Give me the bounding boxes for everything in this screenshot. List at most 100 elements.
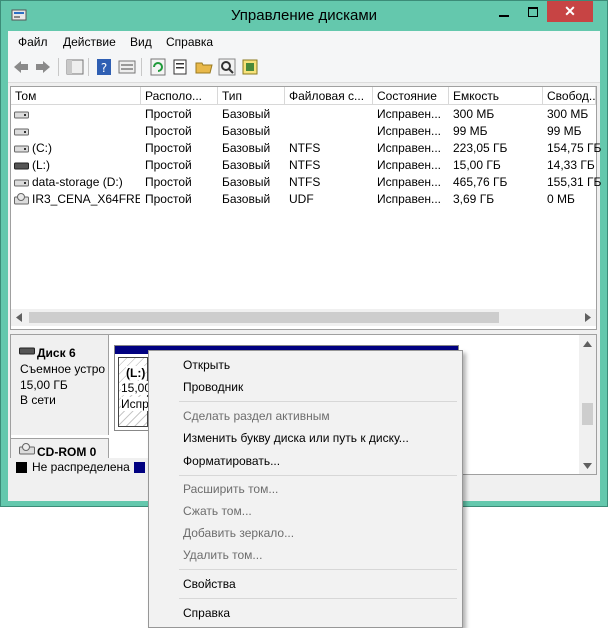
minimize-icon bbox=[499, 14, 509, 17]
horizontal-scrollbar[interactable] bbox=[11, 309, 596, 326]
search-icon[interactable] bbox=[218, 58, 236, 76]
minimize-button[interactable] bbox=[489, 1, 519, 22]
toolbar-separator bbox=[88, 58, 89, 76]
vertical-scrollbar[interactable] bbox=[579, 335, 596, 474]
menu-item-shrink-volume[interactable]: Сжать том... bbox=[183, 504, 252, 518]
cell-filesystem: NTFS bbox=[289, 158, 321, 172]
table-row[interactable]: Простой Базовый Исправен... 99 МБ 99 МБ bbox=[11, 123, 596, 140]
scroll-right-icon[interactable] bbox=[584, 313, 592, 322]
open-folder-icon[interactable] bbox=[195, 58, 213, 76]
maximize-icon bbox=[528, 6, 538, 17]
cd-drive-icon bbox=[19, 443, 35, 455]
properties-icon[interactable] bbox=[172, 58, 190, 76]
disk-6-label[interactable]: Диск 6 Съемное устро 15,00 ГБ В сети bbox=[11, 335, 109, 435]
cell-capacity: 99 МБ bbox=[453, 124, 488, 138]
column-header-volume[interactable]: Том bbox=[11, 87, 141, 105]
menu-separator bbox=[179, 569, 457, 570]
legend-unallocated-label: Не распределена bbox=[32, 460, 130, 474]
table-row[interactable]: data-storage (D:) Простой Базовый NTFS И… bbox=[11, 174, 601, 191]
menu-item-change-drive-letter[interactable]: Изменить букву диска или путь к диску... bbox=[183, 431, 409, 445]
cell-free: 14,33 ГБ bbox=[547, 158, 595, 172]
table-row[interactable]: (L:) Простой Базовый NTFS Исправен... 15… bbox=[11, 157, 596, 174]
menu-item-extend-volume[interactable]: Расширить том... bbox=[183, 482, 278, 496]
cd-volume-icon bbox=[14, 193, 29, 205]
refresh-icon[interactable] bbox=[149, 58, 167, 76]
cell-free: 155,31 ГБ bbox=[547, 175, 602, 189]
column-header-type[interactable]: Тип bbox=[218, 87, 285, 105]
column-header-capacity[interactable]: Емкость bbox=[449, 87, 543, 105]
table-row[interactable]: Простой Базовый Исправен... 300 МБ 300 М… bbox=[11, 106, 596, 123]
svg-text:?: ? bbox=[101, 61, 107, 75]
cell-status: Исправен... bbox=[377, 192, 442, 206]
cell-capacity: 15,00 ГБ bbox=[453, 158, 501, 172]
help-icon[interactable]: ? bbox=[95, 58, 113, 76]
console-tree-icon[interactable] bbox=[66, 58, 84, 76]
scroll-up-icon[interactable] bbox=[583, 340, 592, 348]
menu-item-explorer[interactable]: Проводник bbox=[183, 380, 243, 394]
toolbar-separator bbox=[58, 58, 59, 76]
menu-bar: Файл Действие Вид Справка bbox=[8, 31, 600, 53]
cell-type: Базовый bbox=[222, 124, 271, 138]
maximize-button[interactable] bbox=[519, 1, 547, 22]
cell-status: Исправен... bbox=[377, 175, 442, 189]
cell-capacity: 465,76 ГБ bbox=[453, 175, 508, 189]
cell-type: Базовый bbox=[222, 158, 271, 172]
cell-filesystem: NTFS bbox=[289, 141, 321, 155]
disk-6-size: 15,00 ГБ bbox=[20, 378, 68, 392]
cell-volume: data-storage (D:) bbox=[32, 175, 123, 189]
disk-volume-icon bbox=[14, 111, 29, 119]
table-row[interactable]: IR3_CENA_X64FRE... Простой Базовый UDF И… bbox=[11, 191, 596, 208]
scroll-down-icon[interactable] bbox=[583, 462, 592, 470]
cell-layout: Простой bbox=[145, 141, 192, 155]
column-header-status[interactable]: Состояние bbox=[373, 87, 449, 105]
column-header-layout[interactable]: Располо... bbox=[141, 87, 218, 105]
cdrom-0-name: CD-ROM 0 bbox=[37, 445, 97, 459]
disk-volume-icon bbox=[14, 145, 29, 153]
menu-separator bbox=[179, 475, 457, 476]
volume-list: Том Располо... Тип Файловая с... Состоян… bbox=[10, 86, 601, 330]
menu-item-add-mirror[interactable]: Добавить зеркало... bbox=[183, 526, 294, 540]
back-arrow-icon[interactable] bbox=[12, 58, 30, 76]
cell-layout: Простой bbox=[145, 192, 192, 206]
properties-list-icon[interactable] bbox=[118, 58, 136, 76]
title-bar[interactable]: Управление дисками ✕ bbox=[1, 1, 607, 31]
cell-filesystem: UDF bbox=[289, 192, 314, 206]
cell-status: Исправен... bbox=[377, 141, 442, 155]
cell-volume: IR3_CENA_X64FRE... bbox=[32, 192, 140, 206]
column-header-filesystem[interactable]: Файловая с... bbox=[285, 87, 373, 105]
legend: Не распределена bbox=[10, 458, 150, 475]
menu-view[interactable]: Вид bbox=[130, 35, 152, 49]
cell-layout: Простой bbox=[145, 175, 192, 189]
cell-filesystem: NTFS bbox=[289, 175, 321, 189]
menu-item-properties[interactable]: Свойства bbox=[183, 577, 236, 591]
disk-6-kind: Съемное устро bbox=[20, 362, 106, 376]
menu-item-open[interactable]: Открыть bbox=[183, 358, 230, 372]
menu-help[interactable]: Справка bbox=[166, 35, 213, 49]
menu-item-mark-active[interactable]: Сделать раздел активным bbox=[183, 409, 330, 423]
menu-item-delete-volume[interactable]: Удалить том... bbox=[183, 548, 262, 562]
menu-separator bbox=[179, 401, 457, 402]
partition-letter: (L:) bbox=[126, 366, 146, 380]
cell-status: Исправен... bbox=[377, 107, 442, 121]
menu-file[interactable]: Файл bbox=[18, 35, 48, 49]
scroll-left-icon[interactable] bbox=[15, 313, 23, 322]
close-button[interactable]: ✕ bbox=[547, 1, 593, 22]
forward-arrow-icon[interactable] bbox=[34, 58, 52, 76]
removable-volume-icon bbox=[14, 162, 29, 170]
toolbar: ? bbox=[8, 53, 600, 83]
cell-free: 300 МБ bbox=[547, 107, 589, 121]
cell-type: Базовый bbox=[222, 192, 271, 206]
vertical-scroll-thumb[interactable] bbox=[582, 403, 593, 425]
menu-item-format[interactable]: Форматировать... bbox=[183, 454, 280, 468]
menu-action[interactable]: Действие bbox=[63, 35, 116, 49]
export-icon[interactable] bbox=[241, 58, 259, 76]
horizontal-scroll-thumb[interactable] bbox=[29, 312, 499, 323]
column-header-free[interactable]: Свобод... bbox=[543, 87, 596, 105]
cell-type: Базовый bbox=[222, 175, 271, 189]
menu-item-help[interactable]: Справка bbox=[183, 606, 230, 620]
cell-capacity: 223,05 ГБ bbox=[453, 141, 508, 155]
cell-status: Исправен... bbox=[377, 124, 442, 138]
table-row[interactable]: (C:) Простой Базовый NTFS Исправен... 22… bbox=[11, 140, 601, 157]
toolbar-separator bbox=[141, 58, 142, 76]
disk-6-name: Диск 6 bbox=[37, 346, 76, 360]
